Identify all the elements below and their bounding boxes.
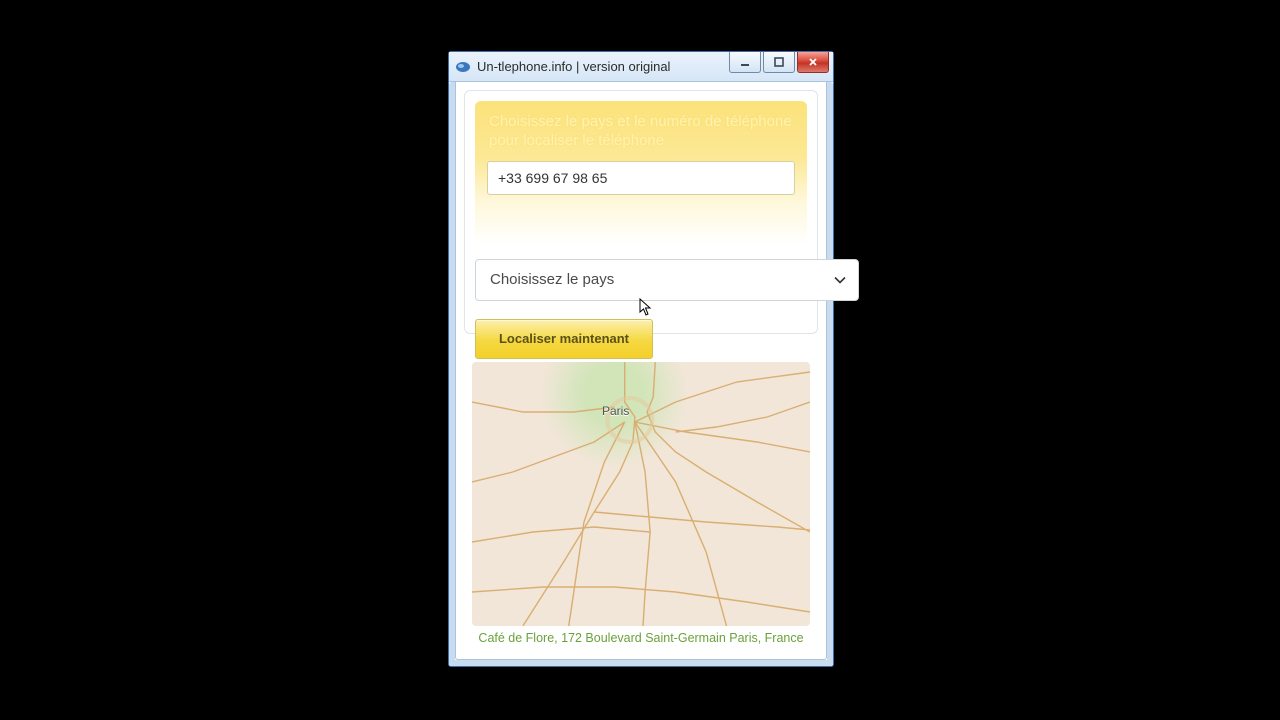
maximize-button[interactable]	[763, 52, 795, 73]
country-select-placeholder: Choisissez le pays	[490, 271, 614, 288]
locate-button[interactable]: Localiser maintenant	[475, 319, 653, 359]
window-title: Un-tlephone.info | version original	[477, 59, 670, 74]
title-bar[interactable]: Un-tlephone.info | version original	[449, 52, 833, 82]
phone-input[interactable]	[487, 161, 795, 195]
country-select[interactable]: Choisissez le pays	[475, 259, 859, 301]
instruction-text: Choisissez le pays et le numéro de télép…	[489, 113, 795, 151]
map-view[interactable]: Paris	[472, 362, 810, 626]
app-window: Un-tlephone.info | version original Choi…	[448, 51, 834, 667]
close-button[interactable]	[797, 52, 829, 73]
window-controls	[727, 52, 829, 72]
client-area: Choisissez le pays et le numéro de télép…	[455, 82, 827, 660]
minimize-button[interactable]	[729, 52, 761, 73]
input-card: Choisissez le pays et le numéro de télép…	[475, 101, 807, 245]
map-city-label: Paris	[602, 404, 629, 418]
app-icon	[455, 60, 471, 74]
result-address: Café de Flore, 172 Boulevard Saint-Germa…	[462, 631, 820, 645]
form-panel: Choisissez le pays et le numéro de télép…	[464, 90, 818, 334]
chevron-down-icon	[834, 271, 846, 288]
